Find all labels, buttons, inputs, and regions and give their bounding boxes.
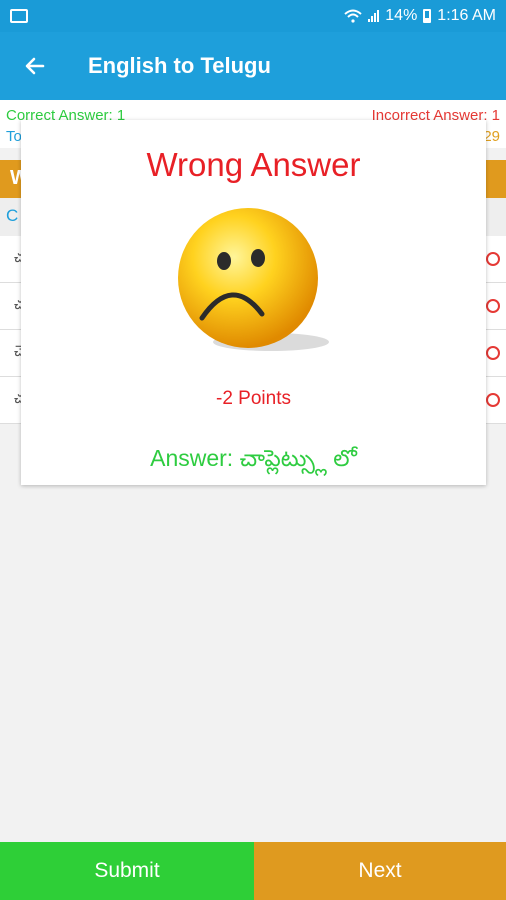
sad-face-icon — [178, 208, 329, 351]
total-label: To — [6, 127, 22, 145]
radio-button[interactable] — [486, 252, 500, 266]
dialog-title: Wrong Answer — [146, 146, 361, 183]
wrong-answer-dialog: Wrong Answer -2 Points Answer: చాప్లెట్స… — [21, 120, 486, 485]
next-button[interactable]: Next — [254, 842, 506, 900]
battery-percent: 14% — [385, 7, 418, 24]
radio-button[interactable] — [486, 393, 500, 407]
app-bar: English to Telugu — [0, 32, 506, 100]
page-title: English to Telugu — [88, 53, 271, 78]
gallery-notification-icon — [10, 9, 28, 23]
radio-button[interactable] — [486, 346, 500, 360]
clock: 1:16 AM — [437, 7, 496, 24]
bottom-action-bar: Submit Next — [0, 842, 506, 900]
wifi-icon — [344, 9, 362, 23]
back-arrow-icon[interactable] — [0, 32, 70, 100]
battery-icon — [423, 9, 432, 23]
correct-answer-text: Answer: చాప్లెట్స్లు లో — [150, 445, 357, 471]
radio-button[interactable] — [486, 299, 500, 313]
points-text: -2 Points — [216, 388, 291, 409]
submit-button[interactable]: Submit — [0, 842, 254, 900]
status-bar: 14% 1:16 AM — [0, 0, 506, 32]
signal-icon — [368, 10, 380, 22]
